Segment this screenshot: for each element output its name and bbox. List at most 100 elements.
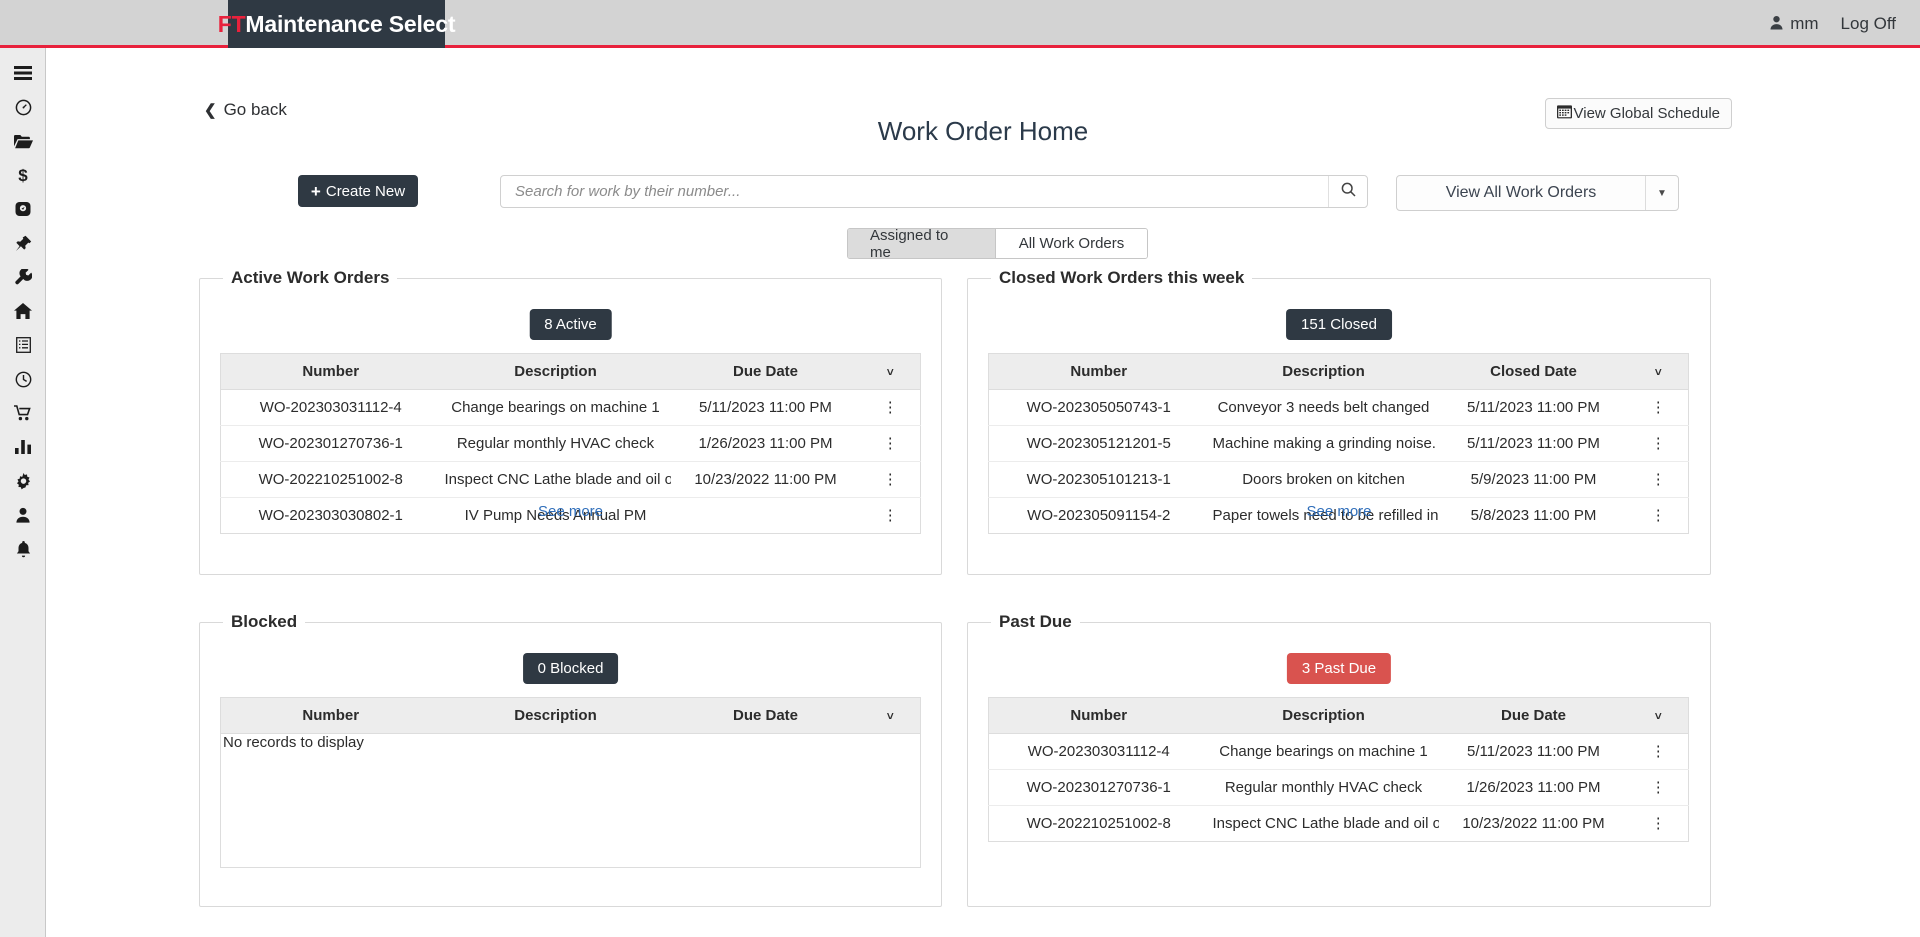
sidebar-item-schedule[interactable] [0,362,46,396]
table-row[interactable]: WO-202305121201-5 Machine making a grind… [988,425,1689,462]
panel-blocked-legend: Blocked [223,612,306,632]
work-order-number-link[interactable]: WO-202301270736-1 [988,769,1209,806]
table-row[interactable]: WO-202301270736-1 Regular monthly HVAC c… [988,769,1689,806]
chevron-down-icon[interactable]: ▼ [1645,176,1678,210]
app-logo[interactable]: FTMaintenance Select [218,0,455,48]
column-header-number[interactable]: Number [220,353,441,390]
column-header-due-date[interactable]: Due Date [670,697,861,734]
row-actions-button[interactable]: ⋮ [860,425,921,462]
table-header-row: Number Description Due Date ˅ [220,353,921,390]
tachometer-icon [15,201,31,217]
closed-count-badge[interactable]: 151 Closed [1286,309,1392,340]
work-order-description: Change bearings on machine 1 [1208,733,1439,770]
column-header-sort[interactable]: ˅ [860,697,921,734]
sidebar-item-lists[interactable] [0,328,46,362]
work-order-number-link[interactable]: WO-202210251002-8 [989,806,1209,842]
work-order-number-link[interactable]: WO-202305101213-1 [988,461,1209,498]
bell-icon [16,540,31,558]
work-order-number-link[interactable]: WO-202305121201-5 [988,425,1209,462]
row-actions-button[interactable]: ⋮ [1628,769,1689,806]
panel-blocked: Blocked 0 Blocked Number Description Due… [199,612,942,907]
work-order-number-link[interactable]: WO-202301270736-1 [220,425,441,462]
work-order-description: Machine making a grinding noise. [1208,425,1439,462]
work-order-description: Inspect CNC Lathe blade and oil o [440,461,671,498]
search-input[interactable] [501,176,1328,207]
view-all-work-orders-label[interactable]: View All Work Orders [1397,176,1645,210]
blocked-work-orders-table: Number Description Due Date ˅ No records… [220,697,921,868]
column-header-sort[interactable]: ˅ [1628,353,1689,390]
sidebar-item-purchasing[interactable] [0,396,46,430]
logo-ft-part: FT [217,10,246,37]
search-button[interactable] [1328,176,1367,207]
sidebar-item-meters[interactable] [0,192,46,226]
work-order-due-date: 5/11/2023 11:00 PM [1438,733,1629,770]
row-actions-button[interactable]: ⋮ [1628,425,1689,462]
sidebar-item-home[interactable] [0,294,46,328]
column-header-closed-date[interactable]: Closed Date [1438,353,1629,390]
tab-assigned-to-me[interactable]: Assigned to me [848,229,996,258]
sidebar-item-reports[interactable] [0,430,46,464]
work-order-closed-date: 5/9/2023 11:00 PM [1438,461,1629,498]
table-empty-row: No records to display [221,734,921,868]
sidebar-item-settings[interactable] [0,464,46,498]
row-actions-button[interactable]: ⋮ [1628,389,1689,426]
view-all-work-orders-dropdown: View All Work Orders ▼ [1396,175,1679,211]
work-order-description: Inspect CNC Lathe blade and oil o [1212,815,1439,832]
row-actions-button[interactable]: ⋮ [1628,733,1689,770]
pin-icon [15,235,32,252]
work-order-number-link[interactable]: WO-202303031112-4 [988,733,1209,770]
table-row[interactable]: WO-202305101213-1 Doors broken on kitche… [988,461,1689,498]
table-row[interactable]: WO-202305050743-1 Conveyor 3 needs belt … [988,389,1689,426]
sidebar-item-pinned[interactable] [0,226,46,260]
row-actions-button[interactable]: ⋮ [1628,461,1689,498]
main-content: ❮ Go back Work Order Home View Global Sc… [46,48,1920,937]
column-header-number[interactable]: Number [988,697,1209,734]
column-header-number[interactable]: Number [988,353,1209,390]
current-user[interactable]: mm [1769,14,1819,34]
column-header-sort[interactable]: ˅ [860,353,921,390]
kebab-menu-icon: ⋮ [1650,743,1666,760]
active-see-more-link[interactable]: See more [200,503,941,520]
sidebar-item-menu[interactable] [0,56,46,90]
blocked-count-badge[interactable]: 0 Blocked [522,653,619,684]
closed-see-more-link[interactable]: See more [968,503,1710,520]
gear-icon [15,472,32,490]
work-order-number-link[interactable]: WO-202303031112-4 [220,389,441,426]
row-actions-button[interactable]: ⋮ [1629,806,1689,842]
sidebar-item-maintenance[interactable] [0,260,46,294]
table-row[interactable]: WO-202303031112-4 Change bearings on mac… [220,389,921,426]
table-row[interactable]: WO-202210251002-8 Inspect CNC Lathe blad… [989,806,1689,842]
work-order-description: Regular monthly HVAC check [1208,769,1439,806]
table-row[interactable]: WO-202210251002-8 Inspect CNC Lathe blad… [220,461,921,498]
sidebar-item-dashboard[interactable] [0,90,46,124]
work-order-number-link[interactable]: WO-202210251002-8 [220,461,441,498]
column-header-description[interactable]: Description [1208,353,1439,390]
app-logo-text: FTMaintenance Select [218,11,456,38]
past-due-count-badge[interactable]: 3 Past Due [1286,653,1392,684]
sidebar-item-account[interactable] [0,498,46,532]
column-header-due-date[interactable]: Due Date [670,353,861,390]
column-header-description[interactable]: Description [1208,697,1439,734]
magnifier-icon [1341,182,1356,202]
work-order-number-link[interactable]: WO-202305050743-1 [988,389,1209,426]
log-off-link[interactable]: Log Off [1841,14,1896,34]
column-header-description[interactable]: Description [440,697,671,734]
column-header-sort[interactable]: ˅ [1628,697,1689,734]
column-header-due-date[interactable]: Due Date [1438,697,1629,734]
row-actions-button[interactable]: ⋮ [860,389,921,426]
column-header-description[interactable]: Description [440,353,671,390]
list-icon [15,337,31,353]
active-count-badge[interactable]: 8 Active [529,309,612,340]
panel-closed-legend: Closed Work Orders this week [991,268,1253,288]
table-row[interactable]: WO-202303031112-4 Change bearings on mac… [988,733,1689,770]
row-actions-button[interactable]: ⋮ [860,461,921,498]
sidebar-item-notifications[interactable] [0,532,46,566]
work-order-description: Change bearings on machine 1 [440,389,671,426]
sidebar-item-files[interactable] [0,124,46,158]
tab-all-work-orders[interactable]: All Work Orders [996,229,1147,258]
table-row[interactable]: WO-202301270736-1 Regular monthly HVAC c… [220,425,921,462]
view-global-schedule-button[interactable]: View Global Schedule [1544,98,1732,129]
column-header-number[interactable]: Number [220,697,441,734]
create-new-button[interactable]: + Create New [298,175,418,207]
sidebar-item-costs[interactable]: $ [0,158,46,192]
